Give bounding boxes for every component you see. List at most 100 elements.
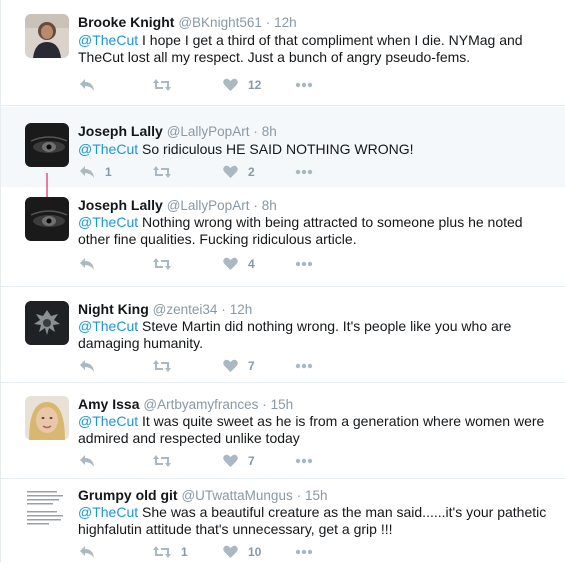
more-button[interactable] — [295, 164, 313, 180]
mention-link[interactable]: @TheCut — [78, 214, 138, 230]
heart-icon — [223, 78, 238, 92]
retweet-button[interactable] — [153, 256, 223, 272]
tweet-item[interactable]: Joseph Lally @LallyPopArt · 8h @TheCut S… — [1, 107, 565, 203]
tweet-body: It was quite sweet as he is from a gener… — [78, 413, 545, 446]
like-button[interactable]: 4 — [223, 256, 295, 272]
reply-icon — [79, 545, 95, 559]
like-count: 2 — [248, 165, 255, 179]
tweet-body: She was a beautiful creature as the man … — [78, 504, 547, 537]
mention-link[interactable]: @TheCut — [78, 318, 138, 334]
tweet-actions: 7 — [79, 453, 313, 469]
timestamp[interactable]: 15h — [305, 488, 328, 503]
like-button[interactable]: 7 — [223, 453, 295, 469]
timestamp[interactable]: 12h — [274, 15, 297, 30]
more-dots-icon — [295, 458, 313, 464]
mention-link[interactable]: @TheCut — [78, 32, 138, 48]
reply-button[interactable] — [79, 256, 153, 272]
retweet-button[interactable] — [153, 77, 223, 93]
tweet-actions: 12 — [79, 77, 313, 93]
avatar[interactable] — [25, 14, 69, 58]
retweet-button[interactable] — [153, 453, 223, 469]
more-button[interactable] — [295, 358, 313, 374]
mention-link[interactable]: @TheCut — [78, 504, 138, 520]
timestamp[interactable]: 15h — [271, 397, 294, 412]
tweet-actions: 4 — [79, 256, 313, 272]
more-button[interactable] — [295, 77, 313, 93]
retweet-icon — [153, 454, 171, 468]
tweet-item[interactable]: Night King @zentei34 · 12h @TheCut Steve… — [1, 287, 565, 383]
avatar[interactable] — [25, 301, 69, 345]
separator-dot: · — [221, 302, 226, 317]
user-handle[interactable]: @zentei34 — [153, 302, 218, 317]
display-name[interactable]: Brooke Knight — [78, 14, 174, 30]
like-button[interactable]: 10 — [223, 544, 295, 560]
more-button[interactable] — [295, 256, 313, 272]
avatar[interactable] — [25, 487, 69, 531]
more-button[interactable] — [295, 544, 313, 560]
timestamp[interactable]: 12h — [230, 302, 253, 317]
avatar[interactable] — [25, 123, 69, 167]
tweet-actions: 7 — [79, 358, 313, 374]
like-button[interactable]: 7 — [223, 358, 295, 374]
retweet-button[interactable]: 1 — [153, 544, 223, 560]
more-dots-icon — [295, 82, 313, 88]
like-button[interactable]: 12 — [223, 77, 295, 93]
reply-button[interactable] — [79, 453, 153, 469]
reply-icon — [79, 257, 95, 271]
tweet-actions: 1 10 — [79, 544, 313, 560]
like-button[interactable]: 2 — [223, 164, 295, 180]
timestamp[interactable]: 8h — [262, 198, 277, 213]
reply-button[interactable]: 1 — [79, 164, 153, 180]
heart-icon — [223, 257, 238, 271]
user-handle[interactable]: @LallyPopArt — [167, 198, 250, 213]
mention-link[interactable]: @TheCut — [78, 141, 138, 157]
retweet-button[interactable] — [153, 358, 223, 374]
user-handle[interactable]: @BKnight561 — [178, 15, 262, 30]
tweet-body: I hope I get a third of that compliment … — [78, 32, 523, 65]
tweet-item[interactable]: Amy Issa @Artbyamyfrances · 15h @TheCut … — [1, 383, 565, 479]
retweet-icon — [153, 545, 171, 559]
tweet-text: @TheCut She was a beautiful creature as … — [78, 504, 548, 538]
user-handle[interactable]: @UTwattaMungus — [181, 488, 292, 503]
like-count: 12 — [248, 78, 262, 92]
more-button[interactable] — [295, 453, 313, 469]
tweet-text: @TheCut So ridiculous HE SAID NOTHING WR… — [78, 141, 548, 158]
reply-icon — [79, 78, 95, 92]
avatar[interactable] — [25, 396, 69, 440]
separator-dot: · — [253, 124, 258, 139]
user-handle[interactable]: @LallyPopArt — [167, 124, 250, 139]
timestamp[interactable]: 8h — [262, 124, 277, 139]
retweet-icon — [153, 257, 171, 271]
more-dots-icon — [295, 549, 313, 555]
display-name[interactable]: Night King — [78, 301, 149, 317]
reply-button[interactable] — [79, 544, 153, 560]
retweet-icon — [153, 165, 171, 179]
reply-icon — [79, 359, 95, 373]
mention-link[interactable]: @TheCut — [78, 413, 138, 429]
tweet-body: So ridiculous HE SAID NOTHING WRONG! — [142, 141, 414, 157]
display-name[interactable]: Joseph Lally — [78, 123, 163, 139]
retweet-icon — [153, 78, 171, 92]
tweet-text: @TheCut Steve Martin did nothing wrong. … — [78, 318, 548, 352]
reply-button[interactable] — [79, 358, 153, 374]
heart-icon — [223, 545, 238, 559]
separator-dot: · — [253, 198, 258, 213]
tweet-feed: Brooke Knight @BKnight561 · 12h @TheCut … — [0, 0, 565, 562]
display-name[interactable]: Amy Issa — [78, 396, 139, 412]
display-name[interactable]: Grumpy old git — [78, 487, 178, 503]
retweet-count: 1 — [181, 545, 188, 559]
heart-icon — [223, 359, 238, 373]
user-handle[interactable]: @Artbyamyfrances — [143, 397, 258, 412]
tweet-text: @TheCut Nothing wrong with being attract… — [78, 214, 548, 248]
reply-count: 1 — [105, 165, 112, 179]
heart-icon — [223, 454, 238, 468]
tweet-item[interactable]: Grumpy old git @UTwattaMungus · 15h @The… — [1, 479, 565, 579]
reply-icon — [79, 454, 95, 468]
avatar[interactable] — [25, 197, 69, 241]
tweet-item[interactable]: Brooke Knight @BKnight561 · 12h @TheCut … — [1, 0, 565, 106]
retweet-button[interactable] — [153, 164, 223, 180]
like-count: 10 — [248, 545, 262, 559]
tweet-item[interactable]: Joseph Lally @LallyPopArt · 8h @TheCut N… — [1, 187, 565, 287]
display-name[interactable]: Joseph Lally — [78, 197, 163, 213]
reply-button[interactable] — [79, 77, 153, 93]
